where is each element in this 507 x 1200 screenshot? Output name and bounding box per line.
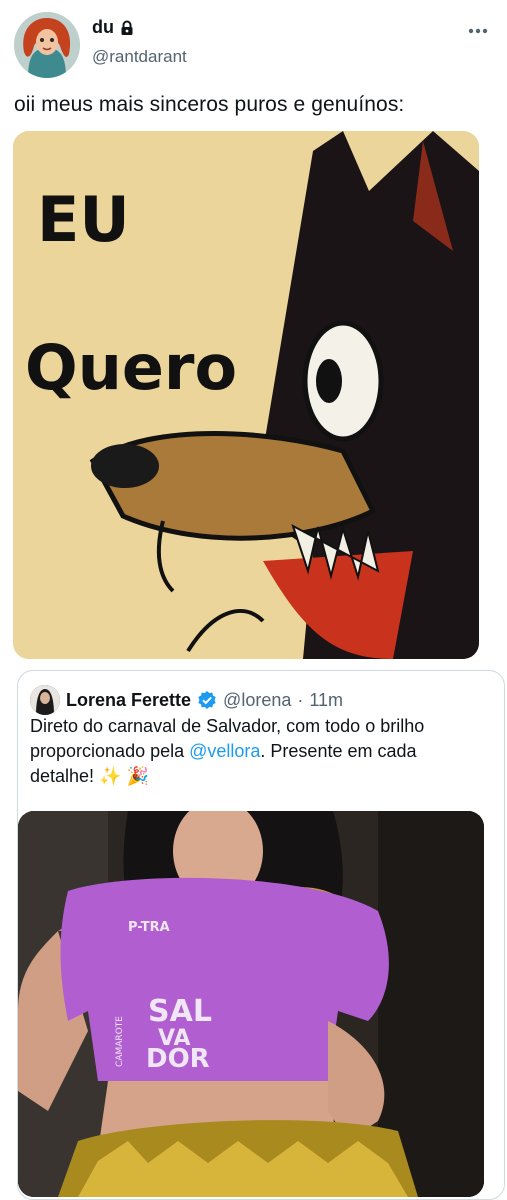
quoted-tweet-header: Lorena Ferette @lorena · 11m [30,685,343,715]
shirt-text-brand: P-TRA [128,920,170,935]
quoted-author-name[interactable]: Lorena Ferette [66,690,191,711]
party-popper-emoji: 🎉 [126,766,149,786]
lock-icon [119,20,135,36]
more-horizontal-icon[interactable] [467,20,489,42]
author-row: du [92,17,135,38]
shirt-text-sal: SAL [148,994,212,1029]
verified-badge-icon [197,690,217,710]
sparkles-emoji: ✨ [99,766,122,786]
quoted-author-avatar[interactable] [30,685,60,715]
meme-text-quero: Quero [25,331,237,404]
quoted-tweet-card[interactable]: Lorena Ferette @lorena · 11m Direto do c… [17,670,505,1200]
quoted-media-image[interactable]: P-TRA SAL VA DOR CAMAROTE [18,811,484,1197]
separator-dot: · [297,689,304,710]
author-handle[interactable]: @rantdarant [92,47,187,67]
quoted-author-handle[interactable]: @lorena [223,690,291,711]
tweet-media-image[interactable]: EU Quero [13,131,479,659]
shirt-text-dor: DOR [146,1044,210,1074]
quoted-timestamp[interactable]: 11m [309,690,343,711]
tweet-header: du @rantdarant [0,0,507,90]
shirt-text-camarote: CAMAROTE [115,1016,125,1067]
tweet-text: oii meus mais sinceros puros e genuínos: [14,93,405,116]
author-name[interactable]: du [92,17,114,38]
quoted-tweet-text: Direto do carnaval de Salvador, com todo… [30,714,470,789]
meme-text-eu: EU [37,183,130,256]
mention-link[interactable]: @vellora [189,741,260,761]
avatar[interactable] [14,12,80,78]
